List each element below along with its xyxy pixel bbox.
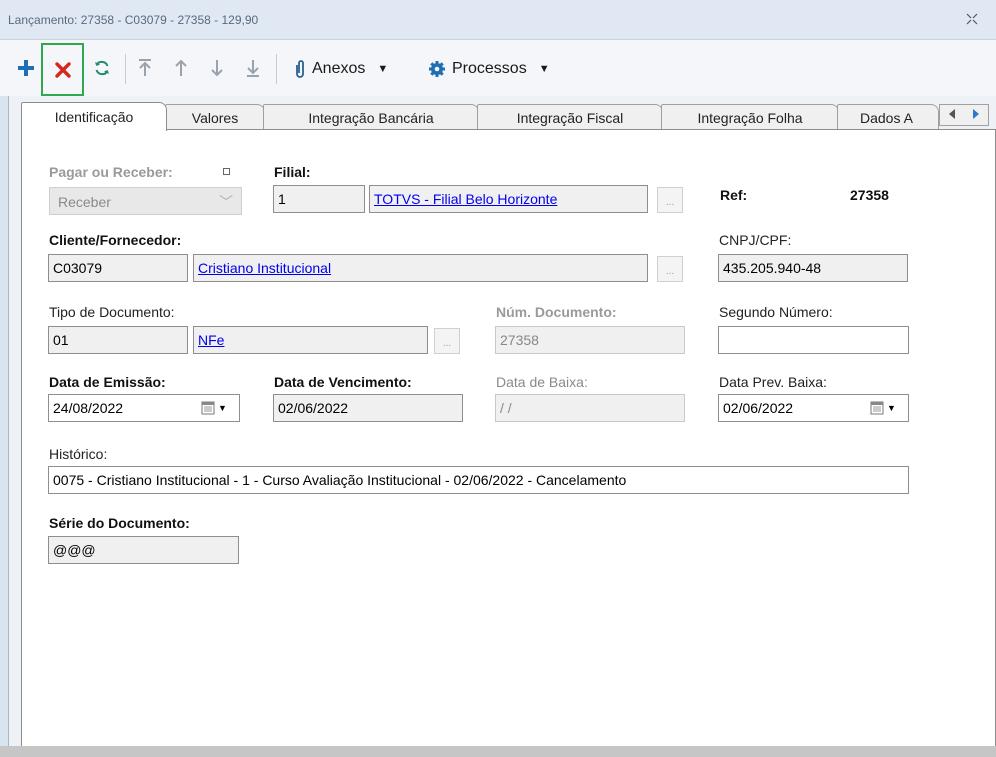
cnpj-label: CNPJ/CPF: <box>719 232 792 248</box>
title-bar: Lançamento: 27358 - C03079 - 27358 - 129… <box>0 0 996 40</box>
refresh-icon <box>95 60 109 76</box>
plus-icon <box>18 60 34 76</box>
chevron-down-icon: ﹀ <box>219 194 233 210</box>
data-baixa-label: Data de Baixa: <box>496 374 588 390</box>
segundo-numero-field[interactable] <box>718 326 909 354</box>
data-emissao-calendar-button[interactable]: ▼ <box>189 394 240 422</box>
historico-label: Histórico: <box>49 446 108 462</box>
add-button[interactable] <box>14 56 38 80</box>
pagar-receber-label: Pagar ou Receber: <box>49 164 173 180</box>
form-frame: Identificação Valores Integração Bancári… <box>8 96 996 746</box>
filial-label: Filial: <box>274 164 311 180</box>
tipo-documento-lookup-button[interactable]: ... <box>434 328 460 354</box>
pagar-receber-value: Receber <box>58 194 111 210</box>
arrow-up-icon <box>175 59 187 76</box>
cliente-lookup-button[interactable]: ... <box>657 256 683 282</box>
close-icon <box>966 13 978 25</box>
gear-icon <box>429 61 445 77</box>
window-title: Lançamento: 27358 - C03079 - 27358 - 129… <box>8 13 259 27</box>
serie-documento-label: Série do Documento: <box>49 515 190 531</box>
close-button[interactable] <box>962 9 982 29</box>
calendar-icon <box>201 401 215 415</box>
segundo-numero-label: Segundo Número: <box>719 304 833 320</box>
tab-integracao-fiscal[interactable]: Integração Fiscal <box>477 104 663 130</box>
chevron-down-icon: ▼ <box>218 403 227 413</box>
chevron-down-icon: ▼ <box>887 403 896 413</box>
paperclip-icon <box>296 60 304 78</box>
move-last-button[interactable] <box>242 56 264 80</box>
chevron-down-icon: ▼ <box>538 63 550 75</box>
data-baixa-field[interactable]: / / <box>495 394 685 422</box>
num-documento-label: Núm. Documento: <box>496 304 617 320</box>
arrow-to-top-icon <box>139 59 151 76</box>
delete-x-icon <box>54 61 71 78</box>
identificacao-panel: Pagar ou Receber: Receber ﹀ Filial: 1 TO… <box>21 129 996 746</box>
calendar-icon <box>870 401 884 415</box>
num-documento-field[interactable]: 27358 <box>495 326 685 354</box>
tipo-documento-name-field[interactable]: NFe <box>193 326 428 354</box>
arrow-right-icon <box>973 108 979 119</box>
filial-code-field[interactable]: 1 <box>273 185 365 213</box>
data-prev-baixa-label: Data Prev. Baixa: <box>719 374 827 390</box>
arrow-to-bottom-icon <box>247 60 259 77</box>
status-bar <box>0 746 996 757</box>
tab-scroll-right-button[interactable] <box>971 108 981 123</box>
data-vencimento-label: Data de Vencimento: <box>274 374 412 390</box>
serie-documento-field[interactable]: @@@ <box>48 536 239 564</box>
tab-dados-adicionais[interactable]: Dados A <box>837 104 939 130</box>
cliente-label: Cliente/Fornecedor: <box>49 232 182 248</box>
tab-integracao-bancaria[interactable]: Integração Bancária <box>263 104 479 130</box>
cliente-name-link[interactable]: Cristiano Institucional <box>198 260 331 276</box>
chevron-down-icon: ▼ <box>377 63 389 75</box>
toolbar-separator <box>125 54 126 84</box>
ref-value: 27358 <box>850 187 889 203</box>
processos-label: Processos <box>452 60 527 77</box>
tab-scroll-left-button[interactable] <box>947 108 957 123</box>
cliente-code-field[interactable]: C03079 <box>48 254 188 282</box>
filial-name-link[interactable]: TOTVS - Filial Belo Horizonte <box>374 191 557 207</box>
tab-identificacao[interactable]: Identificação <box>21 102 167 131</box>
filial-name-field[interactable]: TOTVS - Filial Belo Horizonte <box>369 185 648 213</box>
pagar-receber-select[interactable]: Receber ﹀ <box>49 187 242 215</box>
tipo-documento-link[interactable]: NFe <box>198 332 224 348</box>
tipo-documento-code-field[interactable]: 01 <box>48 326 188 354</box>
move-down-button[interactable] <box>206 56 228 80</box>
data-emissao-field[interactable]: 24/08/2022 <box>48 394 190 422</box>
filter-marker-icon <box>223 168 230 175</box>
historico-field[interactable]: 0075 - Cristiano Institucional - 1 - Cur… <box>48 466 909 494</box>
toolbar-separator <box>276 54 277 84</box>
processos-menu-button[interactable]: Processos ▼ <box>428 58 550 80</box>
move-first-button[interactable] <box>134 56 156 80</box>
move-up-button[interactable] <box>170 56 192 80</box>
anexos-label: Anexos <box>312 60 366 77</box>
arrow-left-icon <box>949 108 955 119</box>
toolbar: Anexos ▼ Processos ▼ <box>0 40 996 96</box>
delete-button[interactable] <box>41 43 84 96</box>
cliente-name-field[interactable]: Cristiano Institucional <box>193 254 648 282</box>
arrow-down-icon <box>211 60 223 77</box>
tab-integracao-folha[interactable]: Integração Folha <box>661 104 839 130</box>
tipo-documento-label: Tipo de Documento: <box>49 304 175 320</box>
refresh-button[interactable] <box>90 56 114 80</box>
data-prev-baixa-field[interactable]: 02/06/2022 <box>718 394 859 422</box>
anexos-menu-button[interactable]: Anexos ▼ <box>294 58 388 80</box>
cnpj-field[interactable]: 435.205.940-48 <box>718 254 908 282</box>
tab-valores[interactable]: Valores <box>165 104 265 130</box>
tab-scroll-buttons <box>939 104 989 126</box>
ref-label: Ref: <box>720 187 748 203</box>
data-prev-baixa-calendar-button[interactable]: ▼ <box>858 394 909 422</box>
data-vencimento-field[interactable]: 02/06/2022 <box>273 394 463 422</box>
filial-lookup-button[interactable]: ... <box>657 187 683 213</box>
data-emissao-label: Data de Emissão: <box>49 374 166 390</box>
